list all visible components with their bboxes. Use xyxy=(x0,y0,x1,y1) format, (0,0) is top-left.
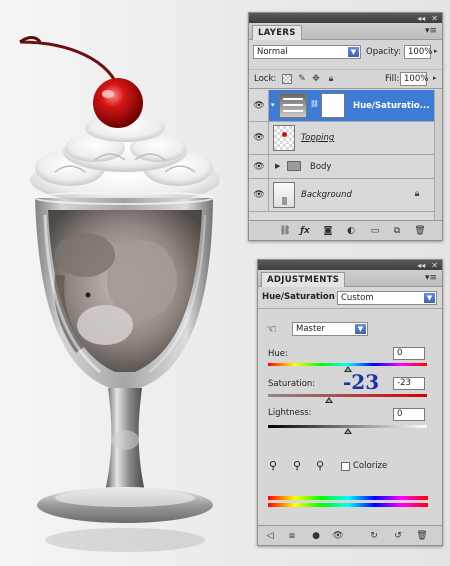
lock-transparency-icon[interactable] xyxy=(282,74,292,84)
close-icon[interactable]: ✕ xyxy=(431,14,438,23)
adjustment-title: Hue/Saturation xyxy=(262,292,335,302)
layer-name: Background xyxy=(301,190,352,200)
close-icon[interactable]: ✕ xyxy=(431,261,438,270)
trash-icon[interactable]: 🗑︎ xyxy=(414,225,426,237)
layer-row-body-group[interactable]: 👁︎ ▶ Body xyxy=(249,155,442,179)
link-icon[interactable]: ⛓︎ xyxy=(310,100,319,108)
lightness-slider-thumb[interactable] xyxy=(343,428,352,434)
adjustment-thumbnail xyxy=(279,93,307,118)
hand-adjust-icon[interactable]: ☜ xyxy=(266,322,277,336)
mask-icon[interactable]: ◙ xyxy=(322,225,334,237)
fill-dropdown-icon[interactable]: ▸ xyxy=(433,74,437,82)
expand-view-icon[interactable]: ⧈ xyxy=(286,530,298,542)
adjustment-icon[interactable]: ◐ xyxy=(345,225,357,237)
lock-move-icon[interactable]: ✥ xyxy=(311,74,321,84)
cherry xyxy=(93,78,143,128)
layer-row-topping[interactable]: 👁︎ Topping xyxy=(249,122,442,155)
layer-thumbnail xyxy=(273,182,295,208)
eye-icon[interactable]: 👁︎ xyxy=(252,189,266,201)
layers-panel: ◂◂ ✕ LAYERS ▾≡ Normal ▼ Opacity: 100% ▸ … xyxy=(248,12,443,241)
preset-value: Custom xyxy=(341,293,374,303)
layer-row-hue-saturation[interactable]: 👁︎ ▾ ⛓︎ Hue/Saturatio... xyxy=(249,90,442,122)
folder-icon xyxy=(287,161,301,171)
back-arrow-icon[interactable]: ◁ xyxy=(264,530,276,542)
opacity-field[interactable]: 100% xyxy=(404,45,432,59)
layer-name: Body xyxy=(310,162,332,172)
collapse-icon[interactable]: ◂◂ xyxy=(417,14,425,23)
saturation-slider-thumb[interactable] xyxy=(325,397,334,403)
collapse-icon[interactable]: ◂◂ xyxy=(417,261,425,270)
eyedropper-icon[interactable]: ⚲ xyxy=(269,459,277,472)
lock-label: Lock: xyxy=(254,74,277,84)
hue-label: Hue: xyxy=(268,349,288,359)
fill-field[interactable]: 100% xyxy=(400,72,428,86)
lock-brush-icon[interactable]: ✎ xyxy=(297,74,307,84)
eye-icon[interactable]: 👁︎ xyxy=(252,100,266,112)
panel-menu-icon[interactable]: ▾≡ xyxy=(425,274,437,283)
layers-bottom-toolbar: ⛓︎ ƒx ◙ ◐ ▭ ⧉ 🗑︎ xyxy=(249,220,442,240)
opacity-dropdown-icon[interactable]: ▸ xyxy=(434,47,438,55)
chevron-down-icon: ▼ xyxy=(355,324,366,334)
colorize-label: Colorize xyxy=(353,461,388,471)
fx-icon[interactable]: ƒx xyxy=(299,225,311,237)
output-color-bar xyxy=(268,503,428,507)
colorize-checkbox[interactable] xyxy=(341,462,350,471)
panel-title-bar[interactable]: ◂◂ ✕ xyxy=(249,13,442,23)
eyedropper-plus-icon[interactable]: ⚲ xyxy=(293,459,301,472)
visibility-eye-icon[interactable]: 👁︎ xyxy=(332,530,344,542)
eye-icon[interactable]: 👁︎ xyxy=(252,161,266,173)
chevron-down-icon: ▼ xyxy=(424,293,435,303)
opacity-label: Opacity: xyxy=(366,47,401,57)
adjustments-bottom-toolbar: ◁ ⧈ ● 👁︎ ↻ ↺ 🗑︎ xyxy=(258,525,442,545)
trash-icon[interactable]: 🗑︎ xyxy=(416,530,428,542)
layer-mask-thumbnail[interactable] xyxy=(321,93,345,118)
fill-label: Fill: xyxy=(385,74,400,84)
tab-layers[interactable]: LAYERS xyxy=(252,25,302,40)
saturation-slider-track[interactable] xyxy=(268,394,427,397)
tab-adjustments[interactable]: ADJUSTMENTS xyxy=(261,272,346,287)
chevron-down-icon: ▼ xyxy=(348,47,359,57)
channel-value: Master xyxy=(296,324,326,334)
layer-name: Topping xyxy=(301,133,335,143)
link-icon[interactable]: ⛓︎ xyxy=(279,225,291,237)
eyedropper-minus-icon[interactable]: ⚲ xyxy=(316,459,324,472)
saturation-label: Saturation: xyxy=(268,379,316,389)
preset-select[interactable]: Custom ▼ xyxy=(337,291,437,305)
previous-state-icon[interactable]: ↻ xyxy=(368,530,380,542)
whipped-cream xyxy=(30,114,220,204)
panel-title-bar[interactable]: ◂◂ ✕ xyxy=(258,260,442,270)
eye-icon[interactable]: 👁︎ xyxy=(252,132,266,144)
saturation-annotation: -23 xyxy=(343,370,380,394)
channel-select[interactable]: Master ▼ xyxy=(292,322,368,336)
layer-name: Hue/Saturatio... xyxy=(353,101,430,111)
clip-layer-icon[interactable]: ● xyxy=(310,530,322,542)
layers-scrollbar[interactable] xyxy=(434,90,442,220)
input-color-bar xyxy=(268,496,428,500)
reset-icon[interactable]: ↺ xyxy=(392,530,404,542)
folder-icon[interactable]: ▭ xyxy=(369,225,381,237)
adjustments-panel: ◂◂ ✕ ADJUSTMENTS ▾≡ Hue/Saturation Custo… xyxy=(257,259,443,546)
lightness-field[interactable]: 0 xyxy=(393,408,425,421)
blend-mode-select[interactable]: Normal ▼ xyxy=(253,45,361,59)
panel-menu-icon[interactable]: ▾≡ xyxy=(425,27,437,36)
layers-list: 👁︎ ▾ ⛓︎ Hue/Saturatio... 👁︎ Topping 👁︎ ▶ xyxy=(249,90,442,220)
blend-mode-value: Normal xyxy=(257,47,288,57)
saturation-field[interactable]: -23 xyxy=(393,377,425,390)
layer-row-background[interactable]: 👁︎ Background 🔒︎ xyxy=(249,179,442,212)
lightness-label: Lightness: xyxy=(268,408,312,418)
lock-icon: 🔒︎ xyxy=(414,189,420,199)
hue-field[interactable]: 0 xyxy=(393,347,425,360)
new-layer-icon[interactable]: ⧉ xyxy=(391,225,403,237)
chevron-down-icon: ▾ xyxy=(271,101,275,109)
lock-icon[interactable]: 🔒︎ xyxy=(326,74,336,84)
layer-thumbnail xyxy=(273,125,295,151)
chevron-right-icon[interactable]: ▶ xyxy=(275,162,280,170)
